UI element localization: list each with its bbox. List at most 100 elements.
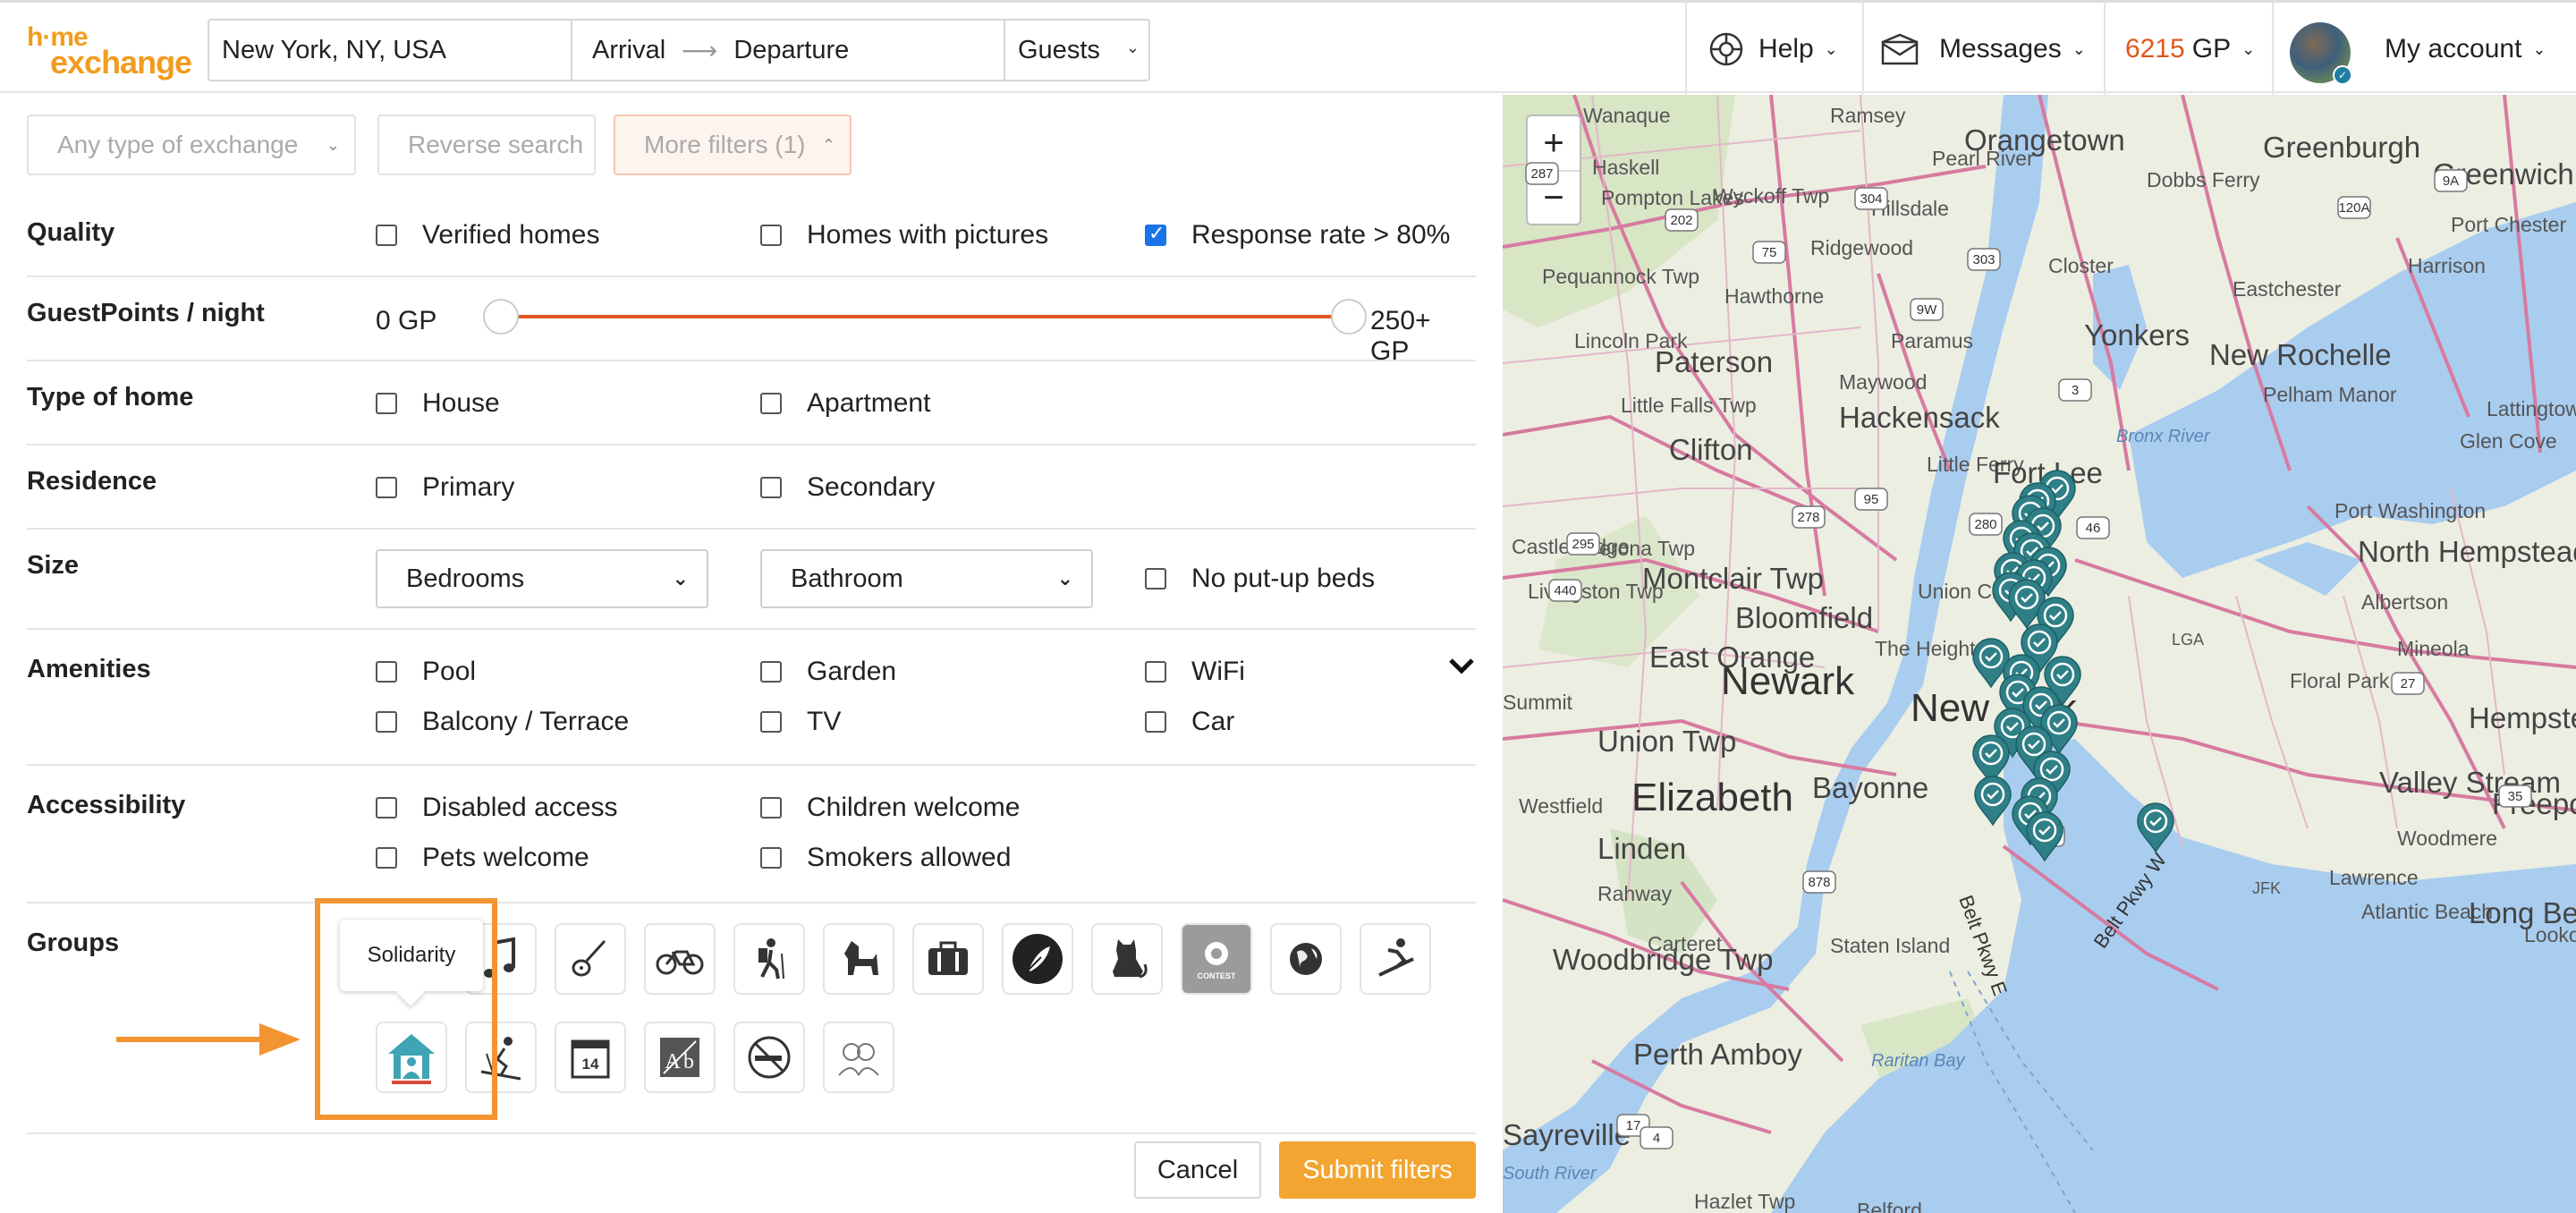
chevron-down-icon: ⌄ (1056, 567, 1073, 590)
guestpoints-slider-max-handle[interactable] (1331, 299, 1367, 335)
nav-divider (2272, 3, 2274, 96)
wifi-checkbox[interactable]: WiFi (1145, 657, 1245, 687)
primary-checkbox[interactable]: Primary (376, 472, 514, 503)
disabled-access-checkbox[interactable]: Disabled access (376, 793, 617, 823)
garden-checkbox[interactable]: Garden (760, 657, 896, 687)
car-checkbox[interactable]: Car (1145, 707, 1234, 737)
highlight-annotation-box (315, 898, 497, 1120)
svg-text:9W: 9W (1917, 302, 1937, 318)
cancel-button[interactable]: Cancel (1134, 1141, 1261, 1199)
submit-filters-button[interactable]: Submit filters (1279, 1141, 1476, 1199)
cat-icon[interactable] (1091, 923, 1163, 995)
chevron-down-icon: ⌄ (2241, 39, 2256, 58)
property-pin-icon[interactable] (1972, 775, 2013, 827)
svg-text:75: 75 (1762, 245, 1777, 260)
bedrooms-select[interactable]: Bedrooms ⌄ (376, 549, 708, 608)
svg-text:17: 17 (1626, 1118, 1641, 1133)
bicycle-icon[interactable] (644, 923, 716, 995)
property-pin-icon[interactable] (2135, 802, 2176, 853)
account-menu[interactable]: My account ⌄ (2385, 3, 2546, 96)
residence-row: Residence Primary Secondary (27, 445, 1476, 530)
apartment-checkbox[interactable]: Apartment (760, 388, 930, 419)
house-checkbox[interactable]: House (376, 388, 500, 419)
snowboard-icon[interactable] (1360, 923, 1431, 995)
home-type-label: Type of home (27, 383, 194, 411)
svg-text:440: 440 (1554, 583, 1576, 598)
svg-text:278: 278 (1797, 510, 1819, 525)
highway-shield: 27 (2391, 672, 2425, 695)
more-filters-button[interactable]: More filters (1) ⌃ (614, 115, 852, 175)
svg-text:287: 287 (1530, 166, 1553, 182)
highway-shield: 304 (1854, 187, 1888, 210)
exchange-type-select[interactable]: Any type of exchange ⌄ (27, 115, 356, 175)
svg-text:27: 27 (2401, 676, 2416, 691)
pets-welcome-checkbox[interactable]: Pets welcome (376, 843, 589, 873)
home-type-row: Type of home House Apartment (27, 361, 1476, 445)
highway-shield: 120A (2337, 196, 2371, 219)
vegetarian-icon[interactable] (1002, 923, 1073, 995)
guestpoints-slider-min-handle[interactable] (483, 299, 519, 335)
highway-shield: 440 (1548, 579, 1582, 602)
arrival-date-field[interactable]: Arrival (592, 36, 665, 65)
calendar-icon[interactable]: 14 (555, 1022, 626, 1093)
guitar-icon[interactable] (555, 923, 626, 995)
balcony-terrace-checkbox[interactable]: Balcony / Terrace (376, 707, 629, 737)
svg-text:202: 202 (1670, 213, 1692, 228)
response-rate-checkbox[interactable]: Response rate > 80% (1145, 220, 1450, 250)
quality-row: Quality Verified homes Homes with pictur… (27, 193, 1476, 277)
pool-checkbox[interactable]: Pool (376, 657, 476, 687)
highway-shield: 4 (1640, 1126, 1674, 1149)
dates-input[interactable]: Arrival ⟶ Departure (572, 21, 1005, 80)
messages-menu[interactable]: Messages ⌄ (1880, 3, 2086, 96)
homes-with-pictures-checkbox[interactable]: Homes with pictures (760, 220, 1048, 250)
homeexchange-logo[interactable]: h·me exchange (27, 22, 192, 81)
highway-shield: 303 (1967, 248, 2001, 271)
top-navigation-bar: h·me exchange New York, NY, USA Arrival … (0, 0, 2576, 96)
highway-shield: 46 (2076, 516, 2110, 539)
globe-icon[interactable] (1270, 923, 1342, 995)
location-input[interactable]: New York, NY, USA (209, 21, 572, 80)
help-menu[interactable]: Help ⌄ (1708, 3, 1838, 96)
contest-icon[interactable]: CONTEST (1181, 923, 1252, 995)
bathroom-select[interactable]: Bathroom ⌄ (760, 549, 1093, 608)
guests-select[interactable]: Guests ⌄ (1005, 21, 1148, 80)
smokers-allowed-checkbox[interactable]: Smokers allowed (760, 843, 1011, 873)
gp-min-value: 0 GP (376, 306, 437, 335)
map-view[interactable]: + − Wanaque Ramsey Orangetown Greenburgh… (1503, 95, 2576, 1213)
reverse-search-button[interactable]: Reverse search (377, 115, 596, 175)
tv-checkbox[interactable]: TV (760, 707, 841, 737)
guestpoints-balance: 6215 (2125, 34, 2185, 64)
svg-text:35: 35 (2508, 789, 2523, 804)
svg-text:9A: 9A (2443, 174, 2459, 189)
filter-toolbar: Any type of exchange ⌄ Reverse search Mo… (0, 95, 1503, 193)
gp-max-value: 250+ GP (1370, 306, 1431, 366)
briefcase-icon[interactable] (912, 923, 984, 995)
verified-homes-checkbox[interactable]: Verified homes (376, 220, 599, 250)
guestpoints-slider-track[interactable] (501, 315, 1351, 318)
svg-text:b: b (683, 1050, 694, 1073)
svg-text:303: 303 (1972, 252, 1995, 267)
chevron-down-icon: ⌄ (2072, 39, 2086, 58)
highway-shield: 75 (1752, 241, 1786, 264)
highway-shield: 95 (1854, 488, 1888, 511)
search-bar: New York, NY, USA Arrival ⟶ Departure Gu… (208, 19, 1150, 81)
guestpoints-menu[interactable]: 6215 GP ⌄ (2125, 3, 2255, 96)
hiking-icon[interactable] (733, 923, 805, 995)
no-smoking-icon[interactable] (733, 1022, 805, 1093)
residence-label: Residence (27, 467, 157, 496)
language-icon[interactable]: Ab (644, 1022, 716, 1093)
expand-amenities-chevron-icon[interactable] (1447, 657, 1476, 676)
dog-icon[interactable] (823, 923, 894, 995)
property-pin-icon[interactable] (2024, 810, 2065, 862)
seniors-icon[interactable] (823, 1022, 894, 1093)
departure-date-field[interactable]: Departure (733, 36, 849, 65)
pointer-arrow-annotation-icon (116, 1023, 301, 1056)
secondary-checkbox[interactable]: Secondary (760, 472, 935, 503)
svg-text:295: 295 (1572, 537, 1594, 552)
avatar[interactable]: ✓ (2290, 22, 2352, 85)
contest-label: CONTEST (1197, 971, 1236, 980)
svg-text:120A: 120A (2338, 200, 2369, 216)
chevron-down-icon: ⌄ (672, 567, 689, 590)
no-put-up-beds-checkbox[interactable]: No put-up beds (1145, 564, 1375, 594)
children-welcome-checkbox[interactable]: Children welcome (760, 793, 1020, 823)
